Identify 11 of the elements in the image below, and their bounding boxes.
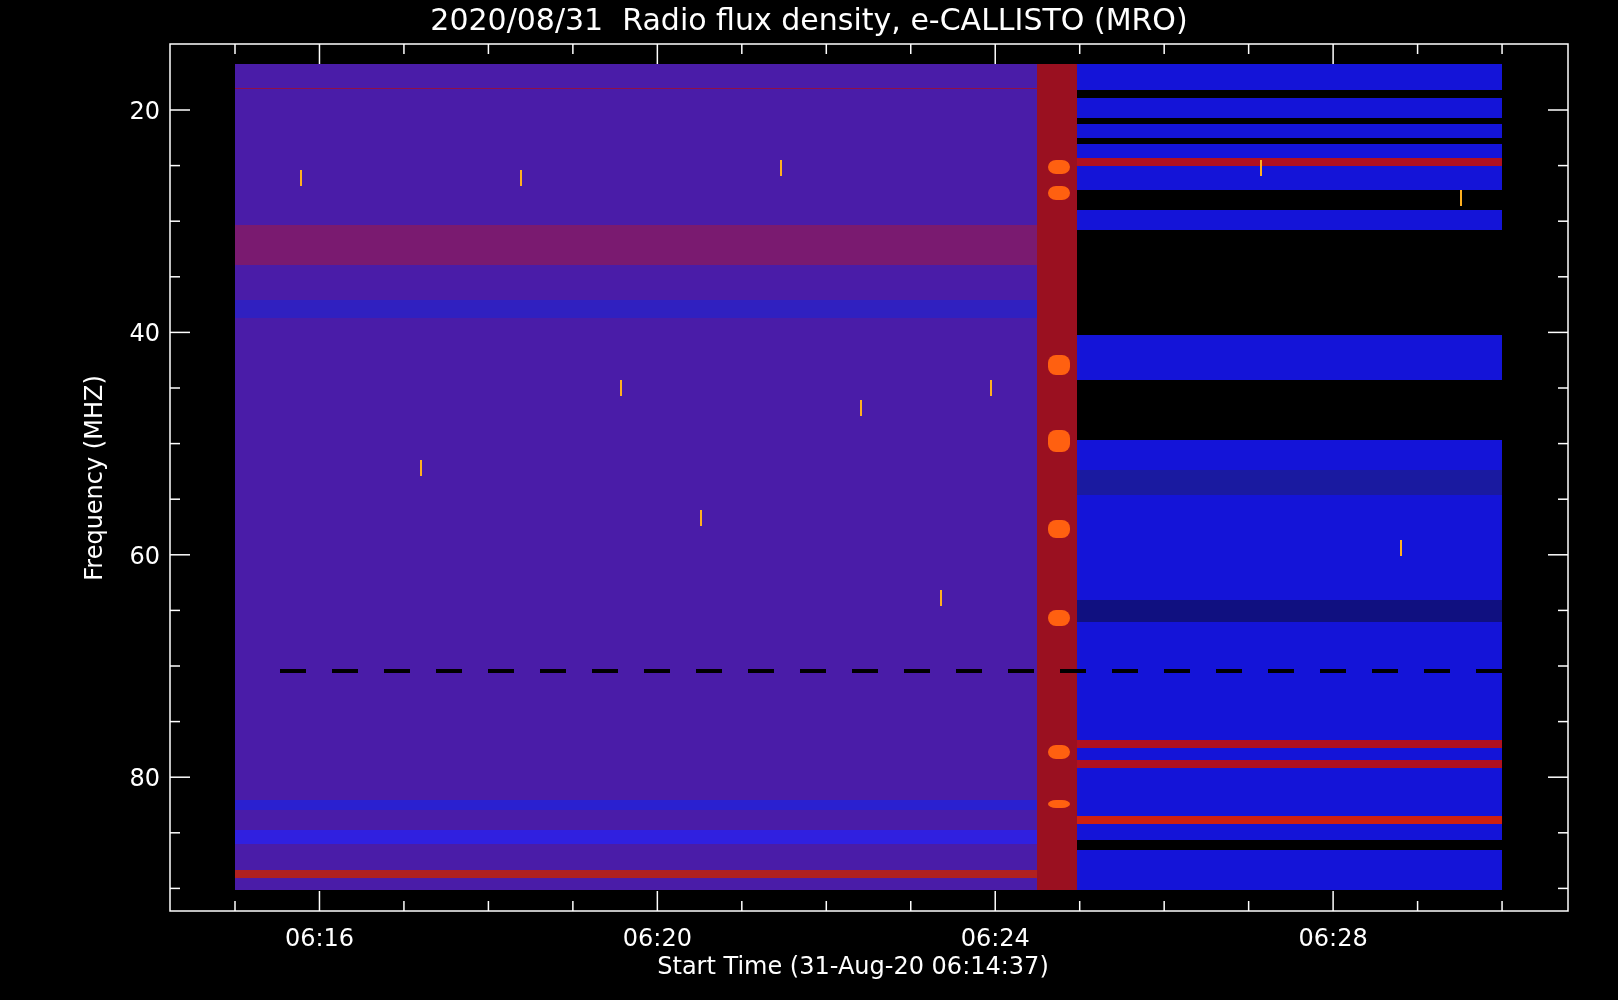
y-tick-label: 20 [129, 97, 160, 125]
x-tick-label: 06:16 [284, 924, 355, 952]
x-tick-label: 06:20 [622, 924, 692, 952]
chart-title: 2020/08/31 Radio flux density, e-CALLISTO (MRO) [430, 2, 1188, 37]
y-tick-label: 40 [129, 319, 160, 348]
y-tick-label: 60 [129, 541, 160, 570]
x-tick-label: 06:28 [1298, 924, 1368, 952]
y-axis-label: Frequency (MHZ) [80, 375, 108, 581]
x-axis-label: Start Time (31-Aug-20 06:14:37) [657, 952, 1049, 980]
x-tick-label: 06:24 [960, 924, 1030, 952]
y-tick-label: 80 [129, 764, 160, 793]
